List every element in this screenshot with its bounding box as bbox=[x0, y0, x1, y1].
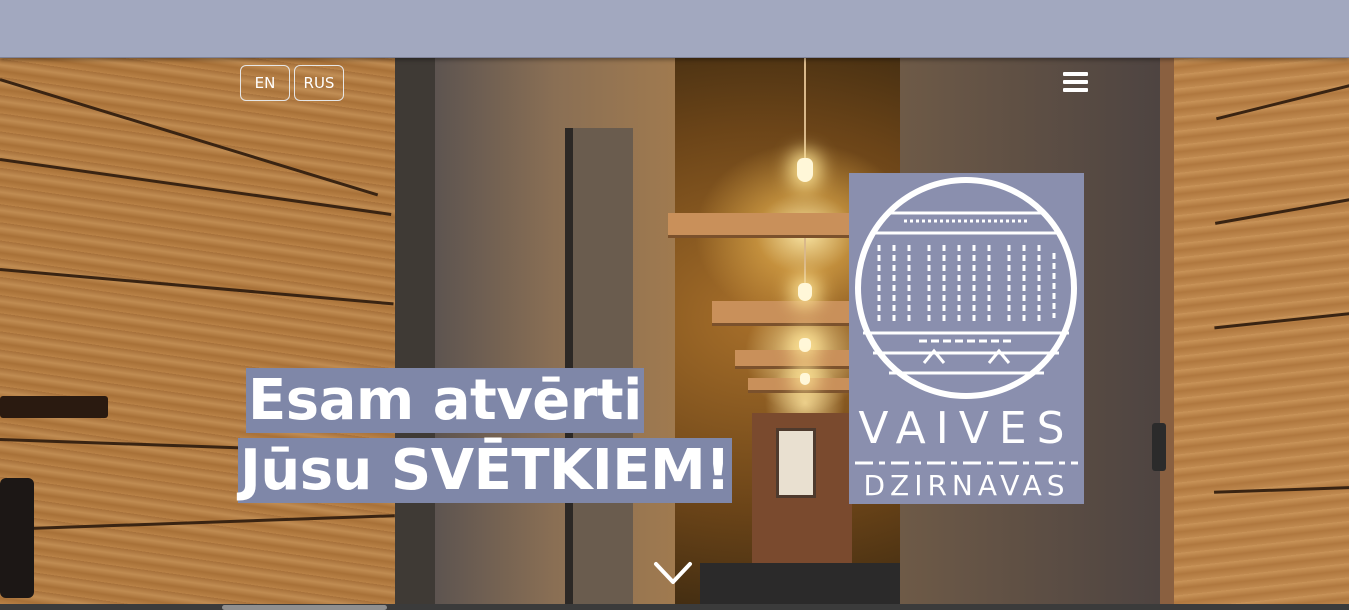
chevron-down-icon[interactable] bbox=[653, 560, 693, 586]
door-groove bbox=[1213, 485, 1349, 494]
door-groove bbox=[0, 514, 395, 531]
pendant-lamp bbox=[798, 283, 812, 301]
door-groove bbox=[1214, 194, 1349, 225]
hero-background-photo bbox=[0, 58, 1349, 604]
hamburger-menu-icon[interactable] bbox=[1063, 72, 1088, 94]
pendant-lamp bbox=[797, 158, 813, 182]
mill-emblem-icon bbox=[855, 177, 1077, 399]
logo-divider bbox=[855, 461, 1078, 465]
ceiling-beam bbox=[735, 350, 853, 369]
floor bbox=[700, 563, 900, 604]
pendant-lamp bbox=[799, 338, 811, 352]
door-latch bbox=[1152, 423, 1166, 471]
ceiling-beam bbox=[668, 213, 853, 238]
scrollbar-thumb[interactable] bbox=[222, 605, 387, 610]
headline-line-1: Esam atvērti bbox=[246, 368, 644, 433]
vaives-dzirnavas-logo[interactable]: VAIVES DZIRNAVAS bbox=[849, 173, 1084, 504]
pendant-lamp bbox=[800, 373, 810, 385]
logo-word-vaives: VAIVES bbox=[858, 403, 1075, 454]
door-groove bbox=[1214, 309, 1349, 330]
corridor-wall bbox=[435, 58, 675, 604]
lamp-cord bbox=[804, 58, 806, 158]
door-left bbox=[0, 58, 430, 604]
horizontal-scrollbar[interactable] bbox=[0, 604, 1349, 610]
door-handle bbox=[0, 396, 108, 418]
door-groove bbox=[0, 158, 392, 216]
language-en-button[interactable]: EN bbox=[240, 65, 290, 101]
window bbox=[776, 428, 816, 498]
key-lock bbox=[0, 478, 34, 598]
lamp-cord bbox=[804, 238, 806, 283]
hero-headline: Esam atvērti Jūsu SVĒTKIEM! bbox=[238, 366, 733, 506]
logo-word-dzirnavas: DZIRNAVAS bbox=[863, 469, 1070, 502]
door-frame bbox=[395, 58, 435, 604]
headline-line-2: Jūsu SVĒTKIEM! bbox=[238, 438, 733, 503]
door-groove bbox=[0, 268, 394, 306]
top-bar bbox=[0, 0, 1349, 58]
language-rus-button[interactable]: RUS bbox=[294, 65, 344, 101]
ceiling-beam bbox=[712, 301, 852, 326]
door-groove bbox=[1216, 78, 1349, 121]
door-right bbox=[1160, 58, 1349, 604]
